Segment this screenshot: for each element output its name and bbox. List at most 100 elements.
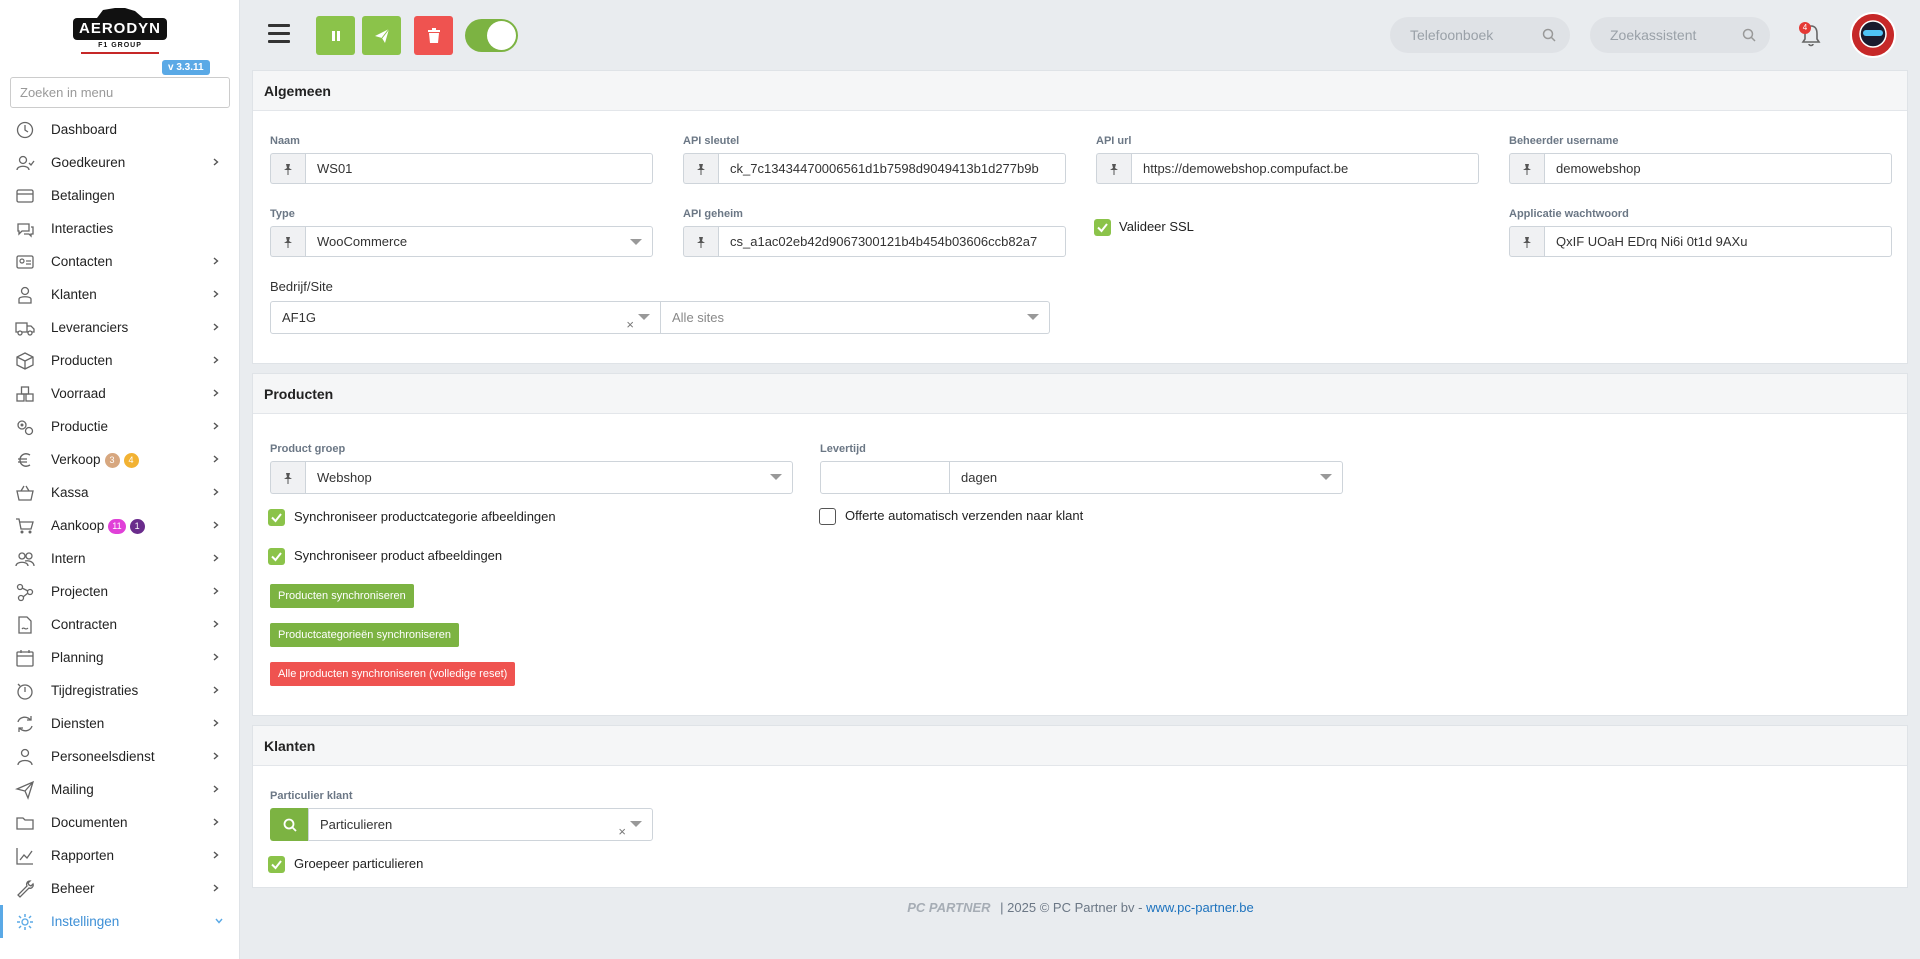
naam-input[interactable]: WS01	[305, 153, 653, 184]
chevron-right-icon	[213, 554, 219, 562]
sidebar-item-productie[interactable]: Productie	[0, 410, 240, 443]
pin-icon[interactable]	[683, 226, 718, 257]
sidebar-item-contracten[interactable]: Contracten	[0, 608, 240, 641]
chevron-right-icon	[213, 818, 219, 826]
chevron-down-icon	[1027, 314, 1039, 320]
delivery-time-label: Levertijd	[820, 443, 866, 455]
sidebar-item-projecten[interactable]: Projecten	[0, 575, 240, 608]
avatar-image	[1852, 14, 1894, 56]
sidebar-item-verkoop[interactable]: Verkoop 3 4	[0, 443, 240, 476]
sidebar-item-interacties[interactable]: Interacties	[0, 212, 240, 245]
api-key-label: API sleutel	[683, 135, 740, 147]
validate-ssl-checkbox[interactable]	[1094, 219, 1111, 236]
sidebar-item-label: Producten	[51, 353, 113, 368]
sidebar-item-producten[interactable]: Producten	[0, 344, 240, 377]
sync-product-images-checkbox[interactable]	[268, 548, 285, 565]
pin-icon[interactable]	[270, 153, 305, 184]
boxes-icon	[16, 386, 34, 402]
company-select[interactable]: AF1G ×	[270, 301, 661, 334]
pin-icon[interactable]	[1509, 226, 1544, 257]
sidebar-item-betalingen[interactable]: Betalingen	[0, 179, 240, 212]
send-button[interactable]	[362, 16, 401, 55]
pause-button[interactable]	[316, 16, 355, 55]
toggle-knob	[487, 21, 516, 50]
assistant-search[interactable]	[1590, 17, 1770, 53]
sidebar-item-voorraad[interactable]: Voorraad	[0, 377, 240, 410]
sidebar-item-beheer[interactable]: Beheer	[0, 872, 240, 905]
chevron-right-icon	[213, 752, 219, 760]
active-toggle[interactable]	[465, 19, 518, 52]
type-select[interactable]: WooCommerce	[305, 226, 653, 257]
sidebar-item-documenten[interactable]: Documenten	[0, 806, 240, 839]
assistant-input[interactable]	[1610, 17, 1740, 53]
sidebar-item-intern[interactable]: Intern	[0, 542, 240, 575]
producten-panel: Producten Product groep Webshop Levertij…	[252, 373, 1908, 716]
pin-icon[interactable]	[270, 461, 305, 494]
chevron-right-icon	[213, 389, 219, 397]
sidebar-item-diensten[interactable]: Diensten	[0, 707, 240, 740]
avatar[interactable]	[1850, 12, 1896, 58]
app-password-input[interactable]: QxIF UOaH EDrq Ni6i 0t1d 9AXu	[1544, 226, 1892, 257]
type-label: Type	[270, 208, 295, 220]
producten-title: Producten	[253, 374, 1907, 414]
sidebar-item-label: Instellingen	[51, 914, 120, 929]
chevron-right-icon	[213, 422, 219, 430]
sidebar-item-label: Contracten	[51, 617, 118, 632]
sidebar-item-mailing[interactable]: Mailing	[0, 773, 240, 806]
sync-category-images-checkbox[interactable]	[268, 509, 285, 526]
pin-icon[interactable]	[270, 226, 305, 257]
company-logo[interactable]: AERODYN F1 GROUP	[73, 4, 167, 54]
hamburger-menu-icon[interactable]	[268, 24, 290, 44]
timer-icon	[17, 683, 33, 700]
sidebar-item-contacten[interactable]: Contacten	[0, 245, 240, 278]
chevron-right-icon	[213, 323, 219, 331]
auto-send-quote-label: Offerte automatisch verzenden naar klant	[845, 508, 1084, 523]
sidebar-item-aankoop[interactable]: Aankoop 11 1	[0, 509, 240, 542]
sidebar-item-personeelsdienst[interactable]: Personeelsdienst	[0, 740, 240, 773]
sidebar-item-rapporten[interactable]: Rapporten	[0, 839, 240, 872]
footer-link[interactable]: www.pc-partner.be	[1146, 900, 1254, 915]
sync-categories-button[interactable]: Productcategorieën synchroniseren	[270, 623, 460, 647]
check-icon	[1097, 223, 1108, 233]
api-url-input[interactable]: https://demowebshop.compufact.be	[1131, 153, 1479, 184]
sidebar-item-label: Intern	[51, 551, 86, 566]
auto-send-quote-checkbox[interactable]	[819, 508, 836, 525]
sidebar-item-leveranciers[interactable]: Leveranciers	[0, 311, 240, 344]
api-secret-input[interactable]: cs_a1ac02eb42d9067300121b4b454b03606ccb8…	[718, 226, 1066, 257]
pin-icon[interactable]	[1096, 153, 1131, 184]
search-button[interactable]	[270, 808, 308, 841]
sidebar-item-tijdregistraties[interactable]: Tijdregistraties	[0, 674, 240, 707]
sidebar-item-klanten[interactable]: Klanten	[0, 278, 240, 311]
delete-button[interactable]	[414, 16, 453, 55]
menu-search-input[interactable]	[10, 77, 230, 108]
sites-select[interactable]: Alle sites	[661, 301, 1050, 334]
api-key-input[interactable]: ck_7c13434470006561d1b7598d9049413b1d277…	[718, 153, 1066, 184]
chevron-right-icon	[213, 356, 219, 364]
pin-icon[interactable]	[683, 153, 718, 184]
wrench-icon	[17, 880, 34, 898]
full-reset-sync-button[interactable]: Alle producten synchroniseren (volledige…	[270, 662, 516, 686]
product-group-label: Product groep	[270, 443, 346, 455]
admin-username-input[interactable]: demowebshop	[1544, 153, 1892, 184]
phonebook-input[interactable]	[1410, 17, 1540, 53]
group-private-checkbox[interactable]	[268, 856, 285, 873]
sidebar-item-planning[interactable]: Planning	[0, 641, 240, 674]
private-customer-select[interactable]: Particulieren ×	[308, 808, 653, 841]
pin-icon[interactable]	[1509, 153, 1544, 184]
sidebar-item-dashboard[interactable]: Dashboard	[0, 113, 240, 146]
sidebar-item-label: Leveranciers	[51, 320, 129, 335]
chevron-right-icon	[213, 455, 219, 463]
sidebar-item-instellingen[interactable]: Instellingen	[0, 905, 240, 938]
sync-products-button[interactable]: Producten synchroniseren	[270, 584, 414, 608]
euro-icon	[18, 453, 31, 467]
clear-icon[interactable]: ×	[618, 816, 626, 840]
sidebar-item-goedkeuren[interactable]: Goedkeuren	[0, 146, 240, 179]
users-icon	[15, 552, 35, 567]
sidebar-item-kassa[interactable]: Kassa	[0, 476, 240, 509]
clear-icon[interactable]: ×	[626, 309, 634, 333]
delivery-unit-select[interactable]: dagen	[950, 461, 1343, 494]
pc-partner-logo: PC PARTNER	[907, 900, 991, 915]
delivery-time-input[interactable]	[820, 461, 950, 494]
phonebook-search[interactable]	[1390, 17, 1570, 53]
product-group-select[interactable]: Webshop	[305, 461, 793, 494]
